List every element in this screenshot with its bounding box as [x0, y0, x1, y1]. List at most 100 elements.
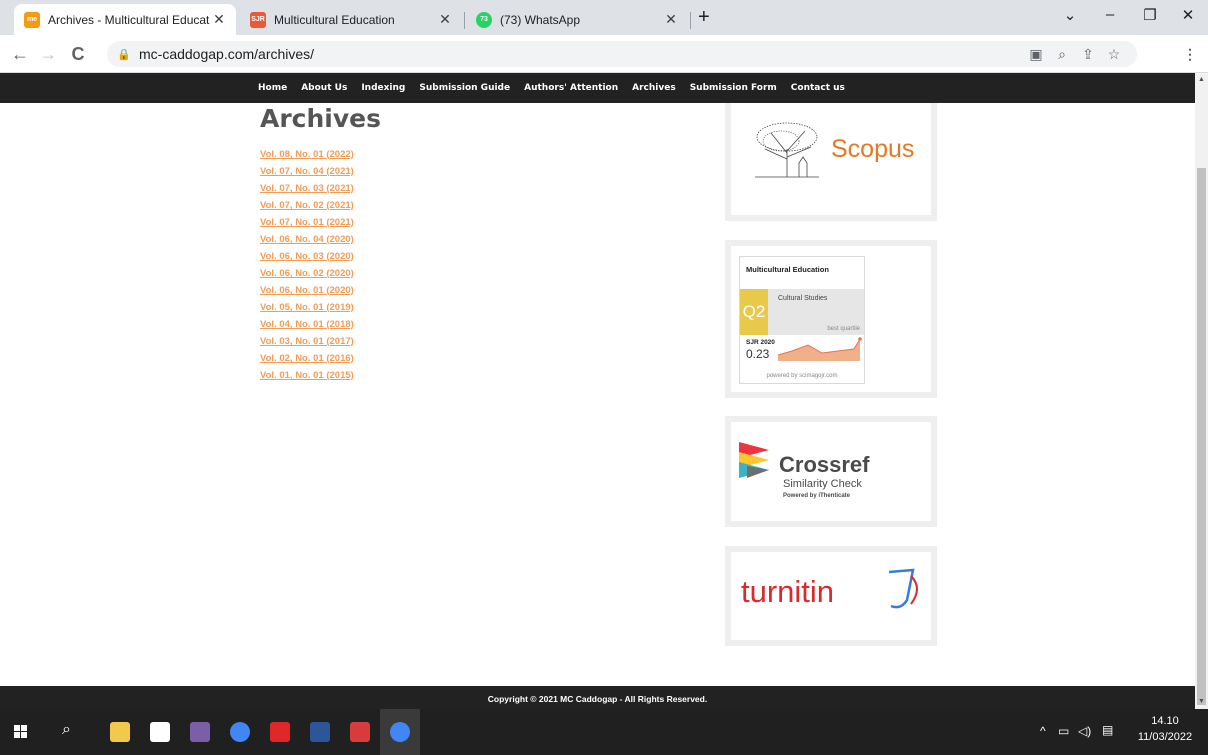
nav-submission-guide[interactable]: Submission Guide: [419, 83, 510, 93]
winrar-icon[interactable]: [190, 722, 210, 742]
sjr-widget[interactable]: Multicultural Education Q2 Cultural Stud…: [725, 240, 937, 398]
file-explorer-icon[interactable]: [110, 722, 130, 742]
volume-link[interactable]: Vol. 06, No. 03 (2020): [260, 248, 354, 265]
nav-home[interactable]: Home: [258, 83, 287, 93]
translate-icon[interactable]: ▣: [1026, 44, 1046, 64]
acrobat-icon[interactable]: [270, 722, 290, 742]
tab-archives[interactable]: me Archives - Multicultural Educatio ✕: [14, 4, 236, 35]
tab-favicon-icon: 73: [476, 11, 492, 28]
nav-contact-us[interactable]: Contact us: [791, 83, 845, 93]
browser-tab-strip: me Archives - Multicultural Educatio ✕ S…: [0, 0, 1208, 35]
sjr-powered: powered by scimagojr.com: [766, 373, 838, 379]
share-icon[interactable]: ⇪: [1078, 44, 1098, 64]
url-text: mc-caddogap.com/archives/: [139, 46, 315, 62]
clock-time[interactable]: 14.10: [1132, 715, 1198, 727]
tab-separator: [464, 12, 465, 29]
store-icon[interactable]: [150, 722, 170, 742]
zoom-icon[interactable]: ⌕: [1052, 44, 1072, 64]
crossref-powered: Powered by iThenticate: [783, 493, 851, 499]
tab-favicon-icon: me: [24, 11, 40, 28]
volume-icon[interactable]: ◁): [1078, 724, 1091, 738]
scopus-widget[interactable]: Scopus: [725, 103, 937, 221]
crossref-widget[interactable]: Crossref Similarity Check Powered by iTh…: [725, 416, 937, 527]
sjr-category: Cultural Studies: [778, 295, 828, 302]
volume-link[interactable]: Vol. 05, No. 01 (2019): [260, 299, 354, 316]
copyright-text: Copyright © 2021 MC Caddogap - All Right…: [487, 694, 708, 704]
crossref-logo-icon: [739, 442, 769, 478]
nav-submission-form[interactable]: Submission Form: [690, 83, 777, 93]
windows-start-icon[interactable]: [14, 725, 28, 739]
sjr-journal-name: Multicultural Education: [746, 265, 829, 274]
volume-link[interactable]: Vol. 08, No. 01 (2022): [260, 146, 354, 163]
word-icon[interactable]: [310, 722, 330, 742]
network-icon[interactable]: ▭: [1058, 724, 1069, 738]
clock-date[interactable]: 11/03/2022: [1132, 731, 1198, 743]
nav-archives[interactable]: Archives: [632, 83, 676, 93]
address-bar[interactable]: 🔒 mc-caddogap.com/archives/: [107, 41, 1137, 67]
volume-link[interactable]: Vol. 01, No. 01 (2015): [260, 367, 354, 384]
elsevier-tree-logo: [751, 119, 823, 179]
turnitin-widget[interactable]: turnitin: [725, 546, 937, 646]
sjr-category-box: Cultural Studies best quartile: [768, 289, 864, 335]
nav-about-us[interactable]: About Us: [301, 83, 347, 93]
restore-icon[interactable]: ❐: [1130, 6, 1170, 24]
windows-taskbar: ⌕ ^ ▭ ◁) ▤ 14.10 11/03/2022: [0, 709, 1208, 755]
scrollbar-thumb[interactable]: [1197, 168, 1206, 705]
media-app-icon[interactable]: [350, 722, 370, 742]
volume-link[interactable]: Vol. 07, No. 02 (2021): [260, 197, 354, 214]
forward-icon[interactable]: →: [36, 42, 60, 66]
tab-close-icon[interactable]: ✕: [436, 11, 454, 28]
page-scrollbar[interactable]: ▲ ▼: [1195, 73, 1208, 709]
tab-title: (73) WhatsApp: [500, 12, 581, 27]
scroll-up-icon[interactable]: ▲: [1195, 73, 1208, 87]
back-icon[interactable]: ←: [8, 42, 32, 66]
chrome-active-icon[interactable]: [390, 722, 410, 742]
sjr-trend-chart: [778, 337, 862, 361]
site-navigation: Home About Us Indexing Submission Guide …: [0, 73, 1195, 103]
volume-link[interactable]: Vol. 07, No. 01 (2021): [260, 214, 354, 231]
nav-indexing[interactable]: Indexing: [361, 83, 405, 93]
scroll-down-icon[interactable]: ▼: [1195, 695, 1208, 709]
volume-link[interactable]: Vol. 07, No. 04 (2021): [260, 163, 354, 180]
volume-link[interactable]: Vol. 06, No. 02 (2020): [260, 265, 354, 282]
tab-favicon-icon: SJR: [250, 11, 266, 28]
reload-icon[interactable]: C: [66, 42, 90, 66]
lock-icon: 🔒: [117, 48, 131, 61]
tray-chevron-icon[interactable]: ^: [1040, 724, 1046, 738]
chrome-icon[interactable]: [230, 722, 250, 742]
volume-link[interactable]: Vol. 03, No. 01 (2017): [260, 333, 354, 350]
sjr-value: 0.23: [746, 347, 770, 361]
volume-link[interactable]: Vol. 02, No. 01 (2016): [260, 350, 354, 367]
turnitin-label: turnitin: [741, 574, 835, 609]
tab-title: Archives - Multicultural Educatio: [48, 12, 210, 27]
nav-authors-attention[interactable]: Authors' Attention: [524, 83, 618, 93]
notification-icon[interactable]: ▤: [1102, 723, 1113, 737]
sjr-badge: Multicultural Education Q2 Cultural Stud…: [739, 256, 865, 384]
scopus-label: Scopus: [831, 135, 915, 163]
volume-link[interactable]: Vol. 06, No. 01 (2020): [260, 282, 354, 299]
tab-close-icon[interactable]: ✕: [210, 11, 228, 28]
menu-icon[interactable]: ⋮: [1180, 44, 1200, 64]
close-window-icon[interactable]: ✕: [1168, 6, 1208, 24]
bookmark-star-icon[interactable]: ☆: [1104, 44, 1124, 64]
volume-link[interactable]: Vol. 07, No. 03 (2021): [260, 180, 354, 197]
volume-link[interactable]: Vol. 06, No. 04 (2020): [260, 231, 354, 248]
minimize-icon[interactable]: –: [1090, 6, 1130, 23]
page-title: Archives: [260, 104, 381, 133]
tab-title: Multicultural Education: [274, 12, 395, 27]
archive-list: Vol. 08, No. 01 (2022) Vol. 07, No. 04 (…: [260, 146, 354, 384]
site-footer: Copyright © 2021 MC Caddogap - All Right…: [0, 686, 1195, 709]
volume-link[interactable]: Vol. 04, No. 01 (2018): [260, 316, 354, 333]
turnitin-logo-icon: [888, 568, 918, 609]
crossref-title: Crossref: [779, 452, 870, 477]
tab-whatsapp[interactable]: 73 (73) WhatsApp ✕: [466, 4, 688, 35]
sjr-quartile-note: best quartile: [827, 326, 860, 332]
new-tab-button[interactable]: +: [698, 6, 710, 29]
search-icon[interactable]: ⌕: [62, 721, 71, 739]
crossref-subtitle: Similarity Check: [783, 478, 862, 490]
tab-search-icon[interactable]: ⌄: [1050, 6, 1090, 24]
tab-sjr[interactable]: SJR Multicultural Education ✕: [240, 4, 462, 35]
sjr-quartile: Q2: [740, 289, 768, 335]
tab-close-icon[interactable]: ✕: [662, 11, 680, 28]
browser-toolbar: ← → C 🔒 mc-caddogap.com/archives/ ▣ ⌕ ⇪ …: [0, 35, 1208, 98]
